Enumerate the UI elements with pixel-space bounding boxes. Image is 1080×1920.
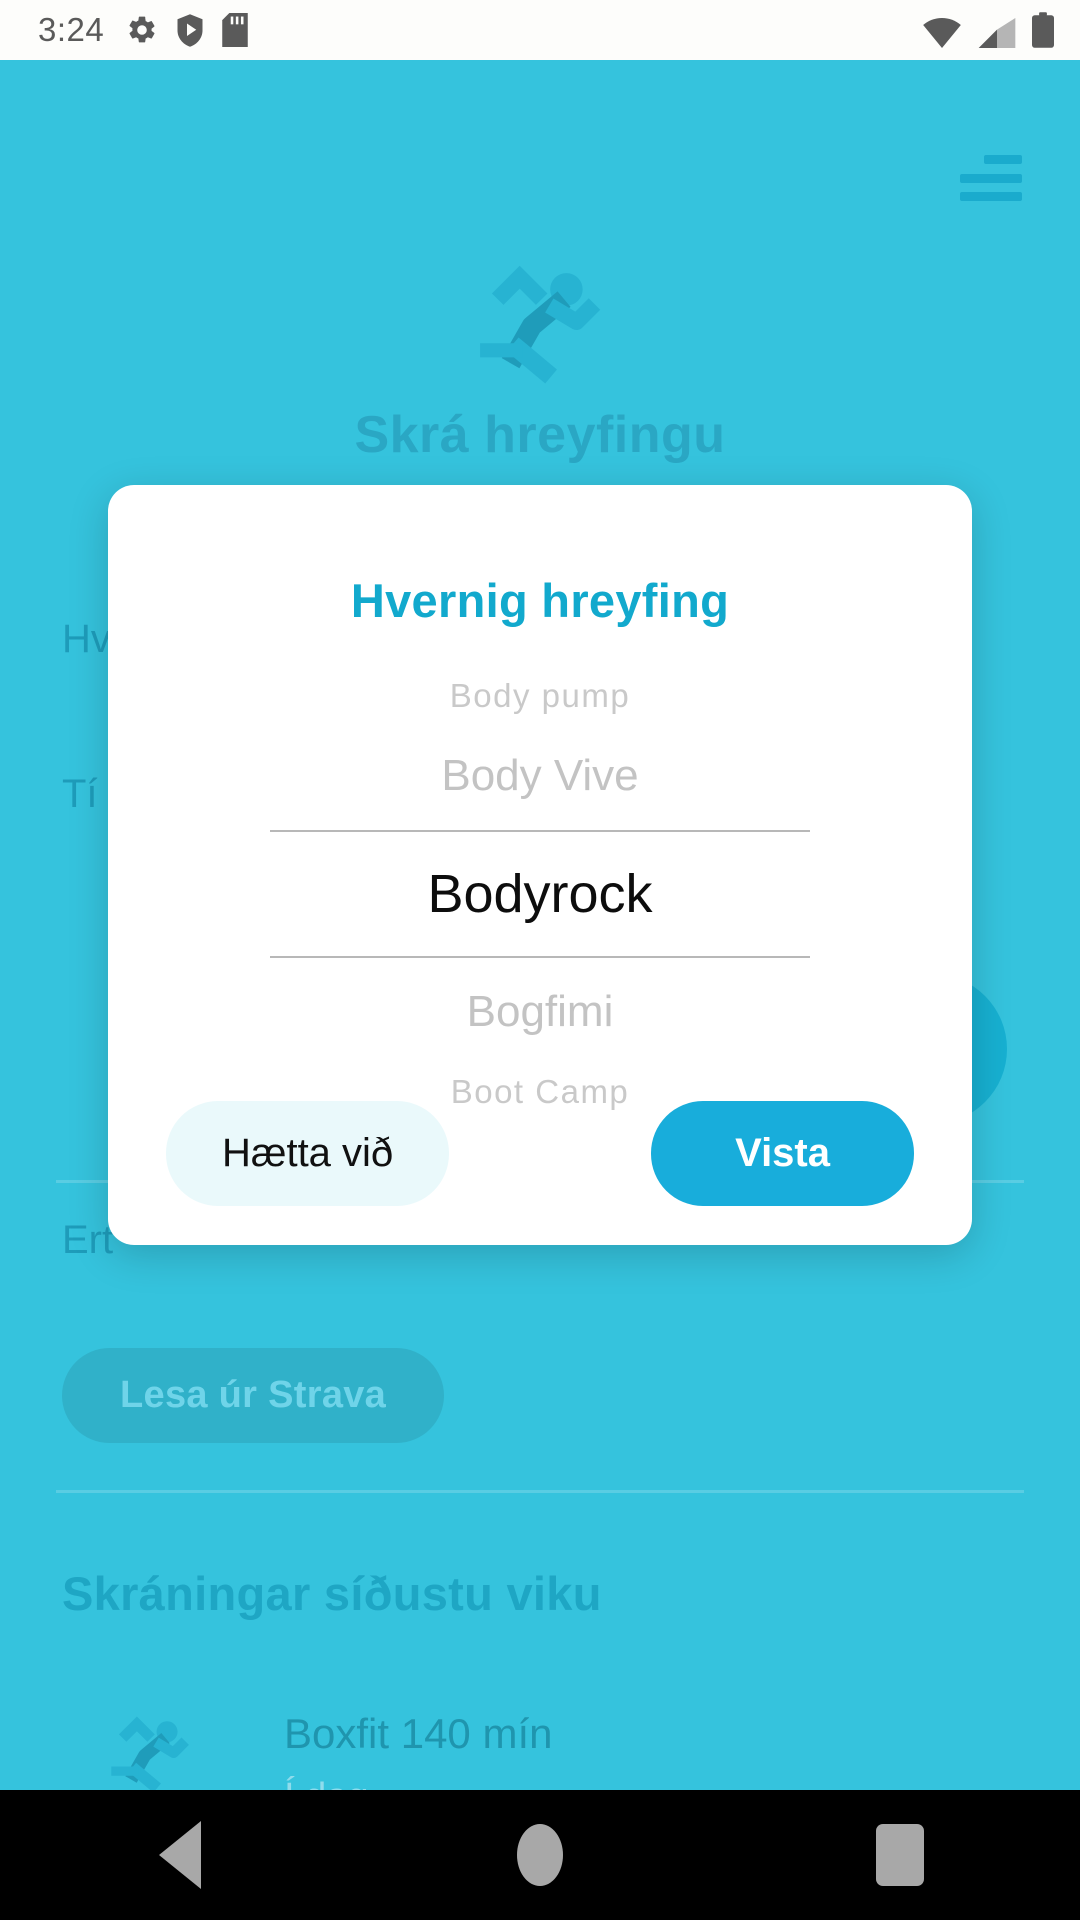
exercise-type-dialog: Hvernig hreyfing Body pump Body Vive Bod…	[108, 485, 972, 1245]
picker-spacer-e	[108, 958, 972, 972]
android-navigation-bar	[0, 1790, 1080, 1920]
save-button[interactable]: Vista	[651, 1100, 914, 1206]
back-triangle-icon[interactable]	[120, 1810, 240, 1900]
picker-spacer-a	[108, 724, 972, 736]
exercise-type-picker[interactable]: Body pump Body Vive Bodyrock Bogfimi Boo…	[108, 668, 972, 1110]
picker-option-above-2[interactable]: Body pump	[108, 668, 972, 724]
picker-option-below-1[interactable]: Bogfimi	[108, 972, 972, 1052]
cancel-button[interactable]: Hætta við	[166, 1100, 450, 1206]
picker-option-above-1[interactable]: Body Vive	[108, 736, 972, 816]
dialog-actions: Hætta við Vista	[108, 1085, 972, 1245]
dialog-title: Hvernig hreyfing	[350, 574, 730, 627]
recents-square-icon[interactable]	[840, 1810, 960, 1900]
picker-spacer-b	[108, 816, 972, 830]
phone-screen: 3:24 Skrá hreyfingu Hv Tí Ert Lesa úr St…	[0, 0, 1080, 1920]
picker-spacer-f	[108, 1052, 972, 1064]
picker-selected-option[interactable]: Bodyrock	[108, 846, 972, 942]
home-circle-icon[interactable]	[480, 1810, 600, 1900]
picker-spacer-d	[108, 942, 972, 956]
picker-spacer-c	[108, 832, 972, 846]
